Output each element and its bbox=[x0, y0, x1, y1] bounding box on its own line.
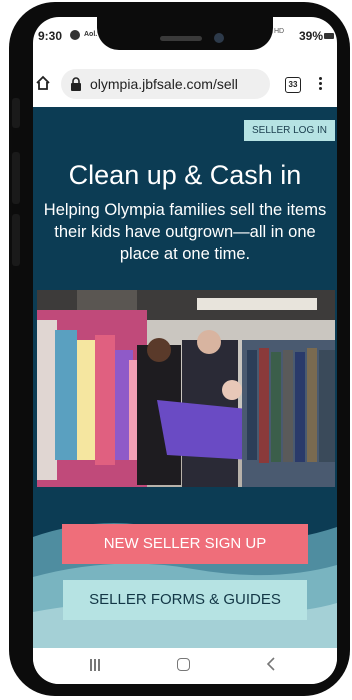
side-button bbox=[12, 152, 20, 204]
signal-label: HD bbox=[274, 28, 285, 35]
status-notification: Aol. bbox=[84, 31, 98, 38]
lock-icon bbox=[71, 77, 81, 91]
status-time: 9:30 bbox=[38, 29, 63, 43]
notification-icon bbox=[70, 30, 80, 40]
page-content: SELLER LOG IN Clean up & Cash in Helping… bbox=[33, 107, 337, 648]
url-text: olympia.jbfsale.com/sell bbox=[90, 76, 238, 92]
side-button bbox=[12, 98, 20, 128]
more-vert-icon[interactable] bbox=[319, 77, 323, 92]
side-button bbox=[12, 214, 20, 266]
recent-apps-icon[interactable] bbox=[89, 659, 101, 671]
browser-toolbar: olympia.jbfsale.com/sell 33 bbox=[33, 53, 337, 107]
page-subtitle: Helping Olympia families sell the items … bbox=[43, 201, 327, 263]
seller-login-button[interactable]: SELLER LOG IN bbox=[244, 120, 335, 141]
speaker bbox=[160, 36, 202, 41]
hero-image-graphic bbox=[37, 290, 335, 487]
back-icon[interactable] bbox=[266, 657, 276, 671]
tabs-icon[interactable]: 33 bbox=[285, 77, 301, 93]
android-nav-bar bbox=[33, 648, 337, 684]
home-icon[interactable] bbox=[35, 75, 51, 91]
home-nav-icon[interactable] bbox=[177, 658, 190, 671]
address-bar[interactable]: olympia.jbfsale.com/sell bbox=[61, 69, 270, 99]
front-camera bbox=[214, 33, 224, 43]
battery-percent: 39% bbox=[299, 29, 324, 43]
battery-icon bbox=[324, 33, 334, 39]
screen: 9:30 Aol. HD 39% olympia.jbfsale.com/sel… bbox=[33, 17, 337, 684]
camera-notch bbox=[97, 17, 273, 50]
hero-image bbox=[37, 290, 335, 487]
page-title: Clean up & Cash in bbox=[68, 160, 302, 190]
new-seller-signup-button[interactable]: NEW SELLER SIGN UP bbox=[62, 524, 308, 564]
seller-forms-guides-button[interactable]: SELLER FORMS & GUIDES bbox=[63, 580, 307, 620]
